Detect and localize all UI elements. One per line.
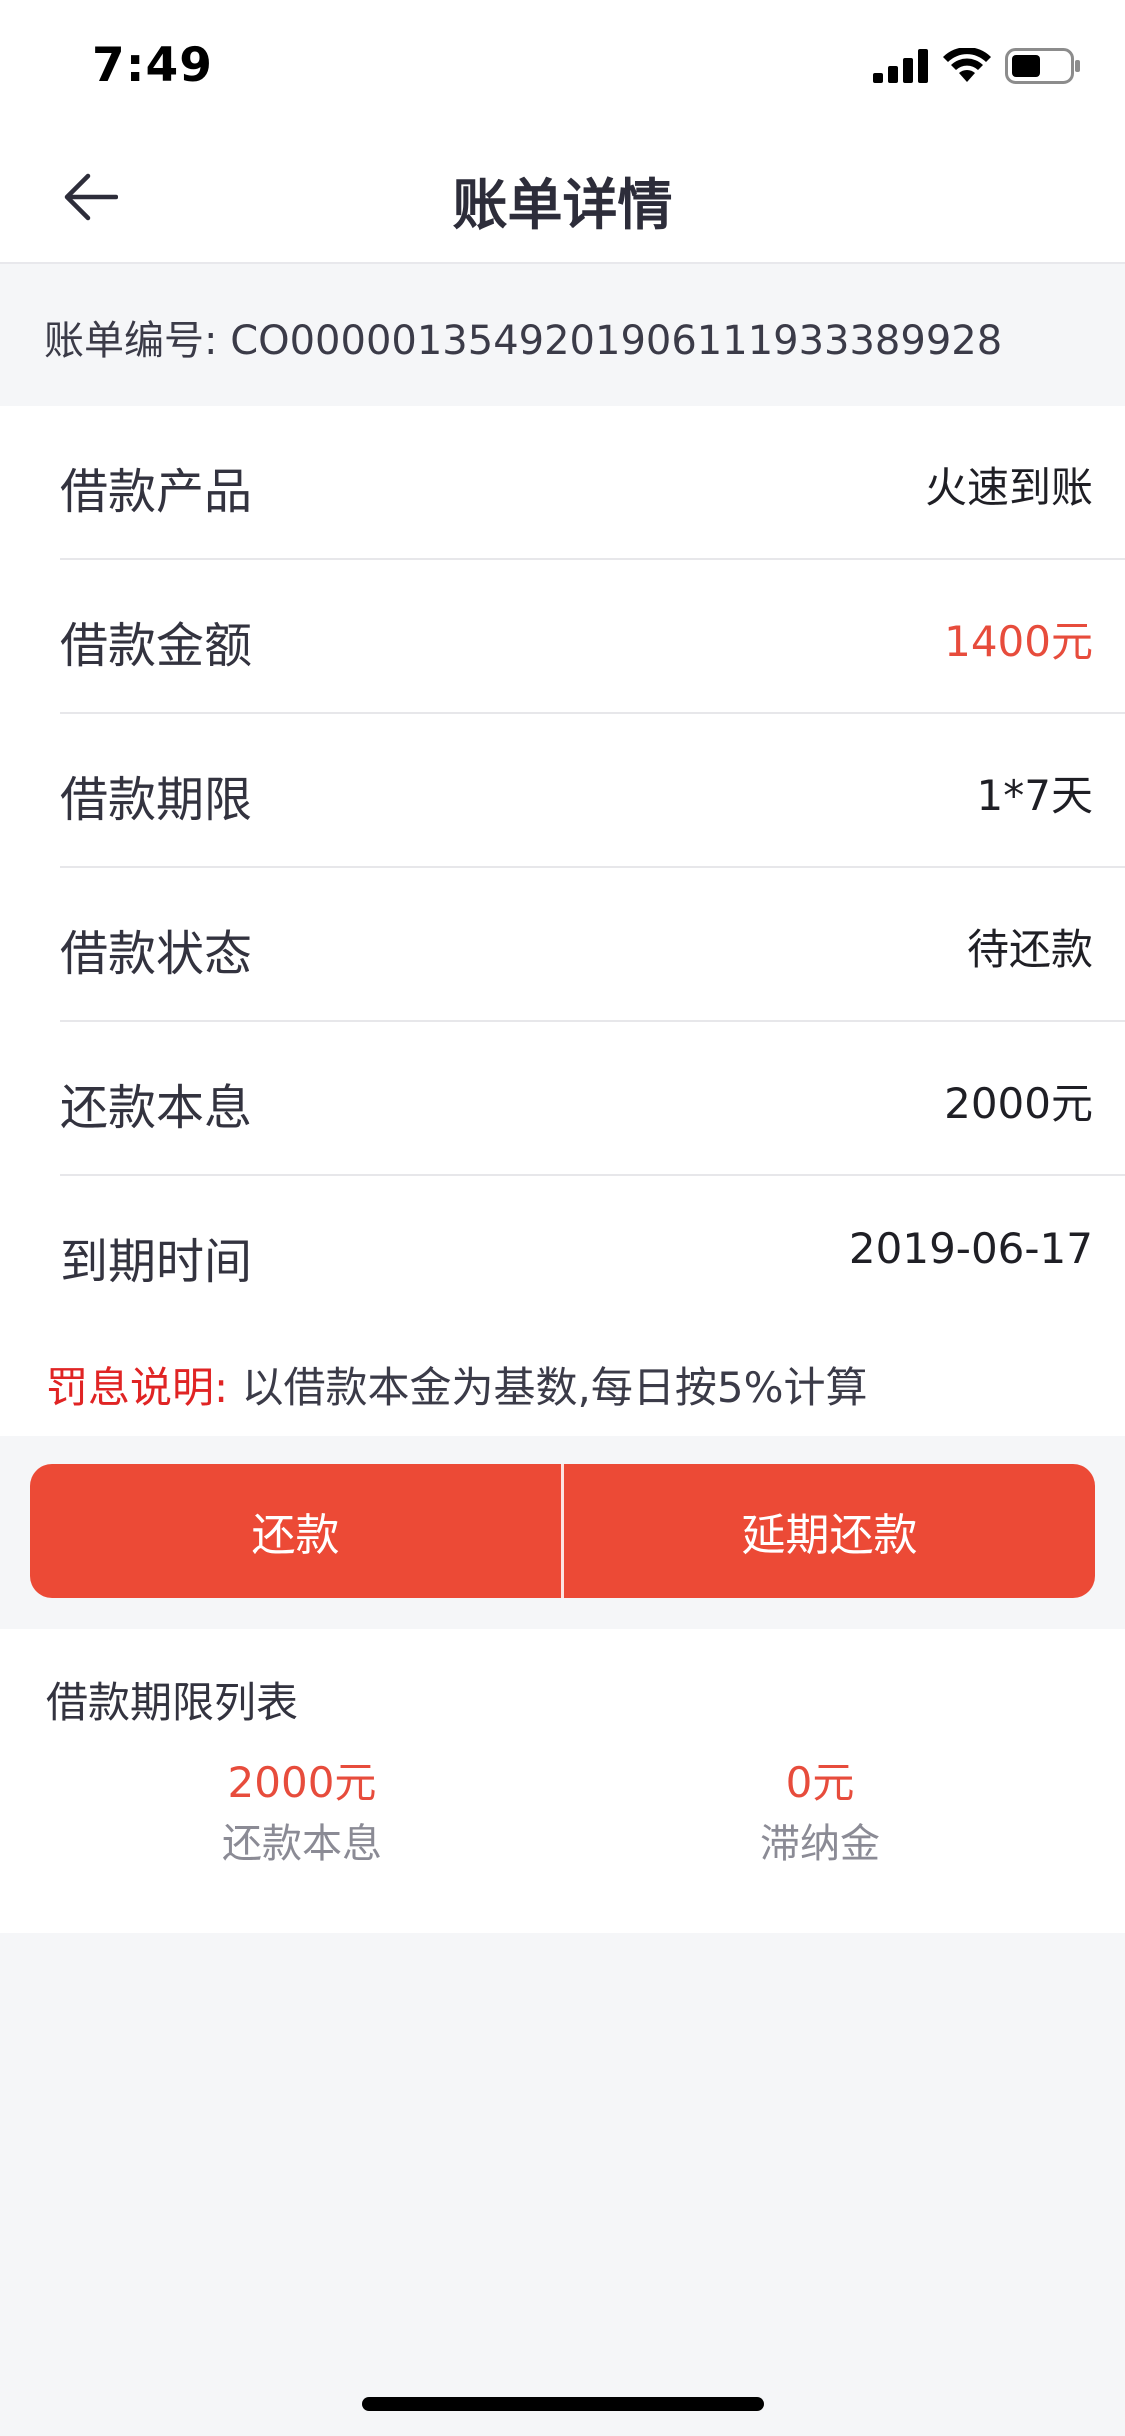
penalty-description: 以借款本金为基数,每日按5%计算 (228, 1363, 868, 1412)
action-area: 还款 延期还款 (0, 1436, 1125, 1629)
penalty-label: 罚息说明: (46, 1363, 229, 1412)
term-list-section: 借款期限列表 2000元 还款本息 0元 滞纳金 (0, 1629, 1125, 1933)
detail-value: 2019-06-17 (848, 1224, 1093, 1273)
action-divider (561, 1464, 564, 1598)
detail-label: 到期时间 (60, 1234, 253, 1290)
term-list-title: 借款期限列表 (46, 1678, 299, 1727)
status-time: 7:49 (92, 38, 213, 93)
nav-bar: 账单详情 (0, 132, 1125, 264)
home-indicator[interactable] (362, 2397, 764, 2411)
action-bar: 还款 延期还款 (30, 1464, 1095, 1598)
detail-row-term: 借款期限 1*7天 (60, 714, 1125, 868)
repay-button[interactable]: 还款 (30, 1464, 561, 1598)
term-late-fee-label: 滞纳金 (760, 1821, 880, 1867)
detail-row-product: 借款产品 火速到账 (60, 406, 1125, 560)
detail-list: 借款产品 火速到账 借款金额 1400元 借款期限 1*7天 借款状态 待还款 … (0, 406, 1125, 1330)
bill-number-bar: 账单编号: CO0000013549201906111933389928 (0, 264, 1125, 406)
term-late-fee-value: 0元 (785, 1758, 855, 1807)
detail-label: 还款本息 (60, 1080, 253, 1136)
status-bar: 7:49 (0, 0, 1125, 132)
detail-value: 火速到账 (924, 463, 1093, 512)
bill-number: 账单编号: CO0000013549201906111933389928 (44, 318, 1003, 364)
detail-value: 2000元 (944, 1079, 1093, 1128)
term-late-fee: 0元 滞纳金 (620, 1749, 1020, 1869)
battery-icon (1005, 48, 1080, 84)
signal-icon (873, 49, 928, 83)
detail-row-due-date: 到期时间 2019-06-17 (60, 1176, 1125, 1330)
penalty-note: 罚息说明: 以借款本金为基数,每日按5%计算 (0, 1324, 1125, 1436)
page-title: 账单详情 (452, 173, 673, 237)
detail-value: 1*7天 (976, 771, 1093, 820)
detail-row-amount: 借款金额 1400元 (60, 560, 1125, 714)
status-icons (873, 48, 1081, 84)
detail-row-repayment: 还款本息 2000元 (60, 1022, 1125, 1176)
detail-label: 借款状态 (60, 926, 253, 982)
term-principal-label: 还款本息 (222, 1821, 382, 1867)
detail-value: 待还款 (966, 925, 1093, 974)
detail-label: 借款金额 (60, 618, 253, 674)
detail-row-status: 借款状态 待还款 (60, 868, 1125, 1022)
term-principal: 2000元 还款本息 (102, 1749, 502, 1869)
extend-repay-button[interactable]: 延期还款 (564, 1464, 1095, 1598)
detail-value: 1400元 (944, 617, 1093, 666)
detail-label: 借款产品 (60, 464, 253, 520)
term-principal-value: 2000元 (227, 1758, 377, 1807)
wifi-icon (943, 48, 991, 82)
detail-label: 借款期限 (60, 772, 253, 828)
